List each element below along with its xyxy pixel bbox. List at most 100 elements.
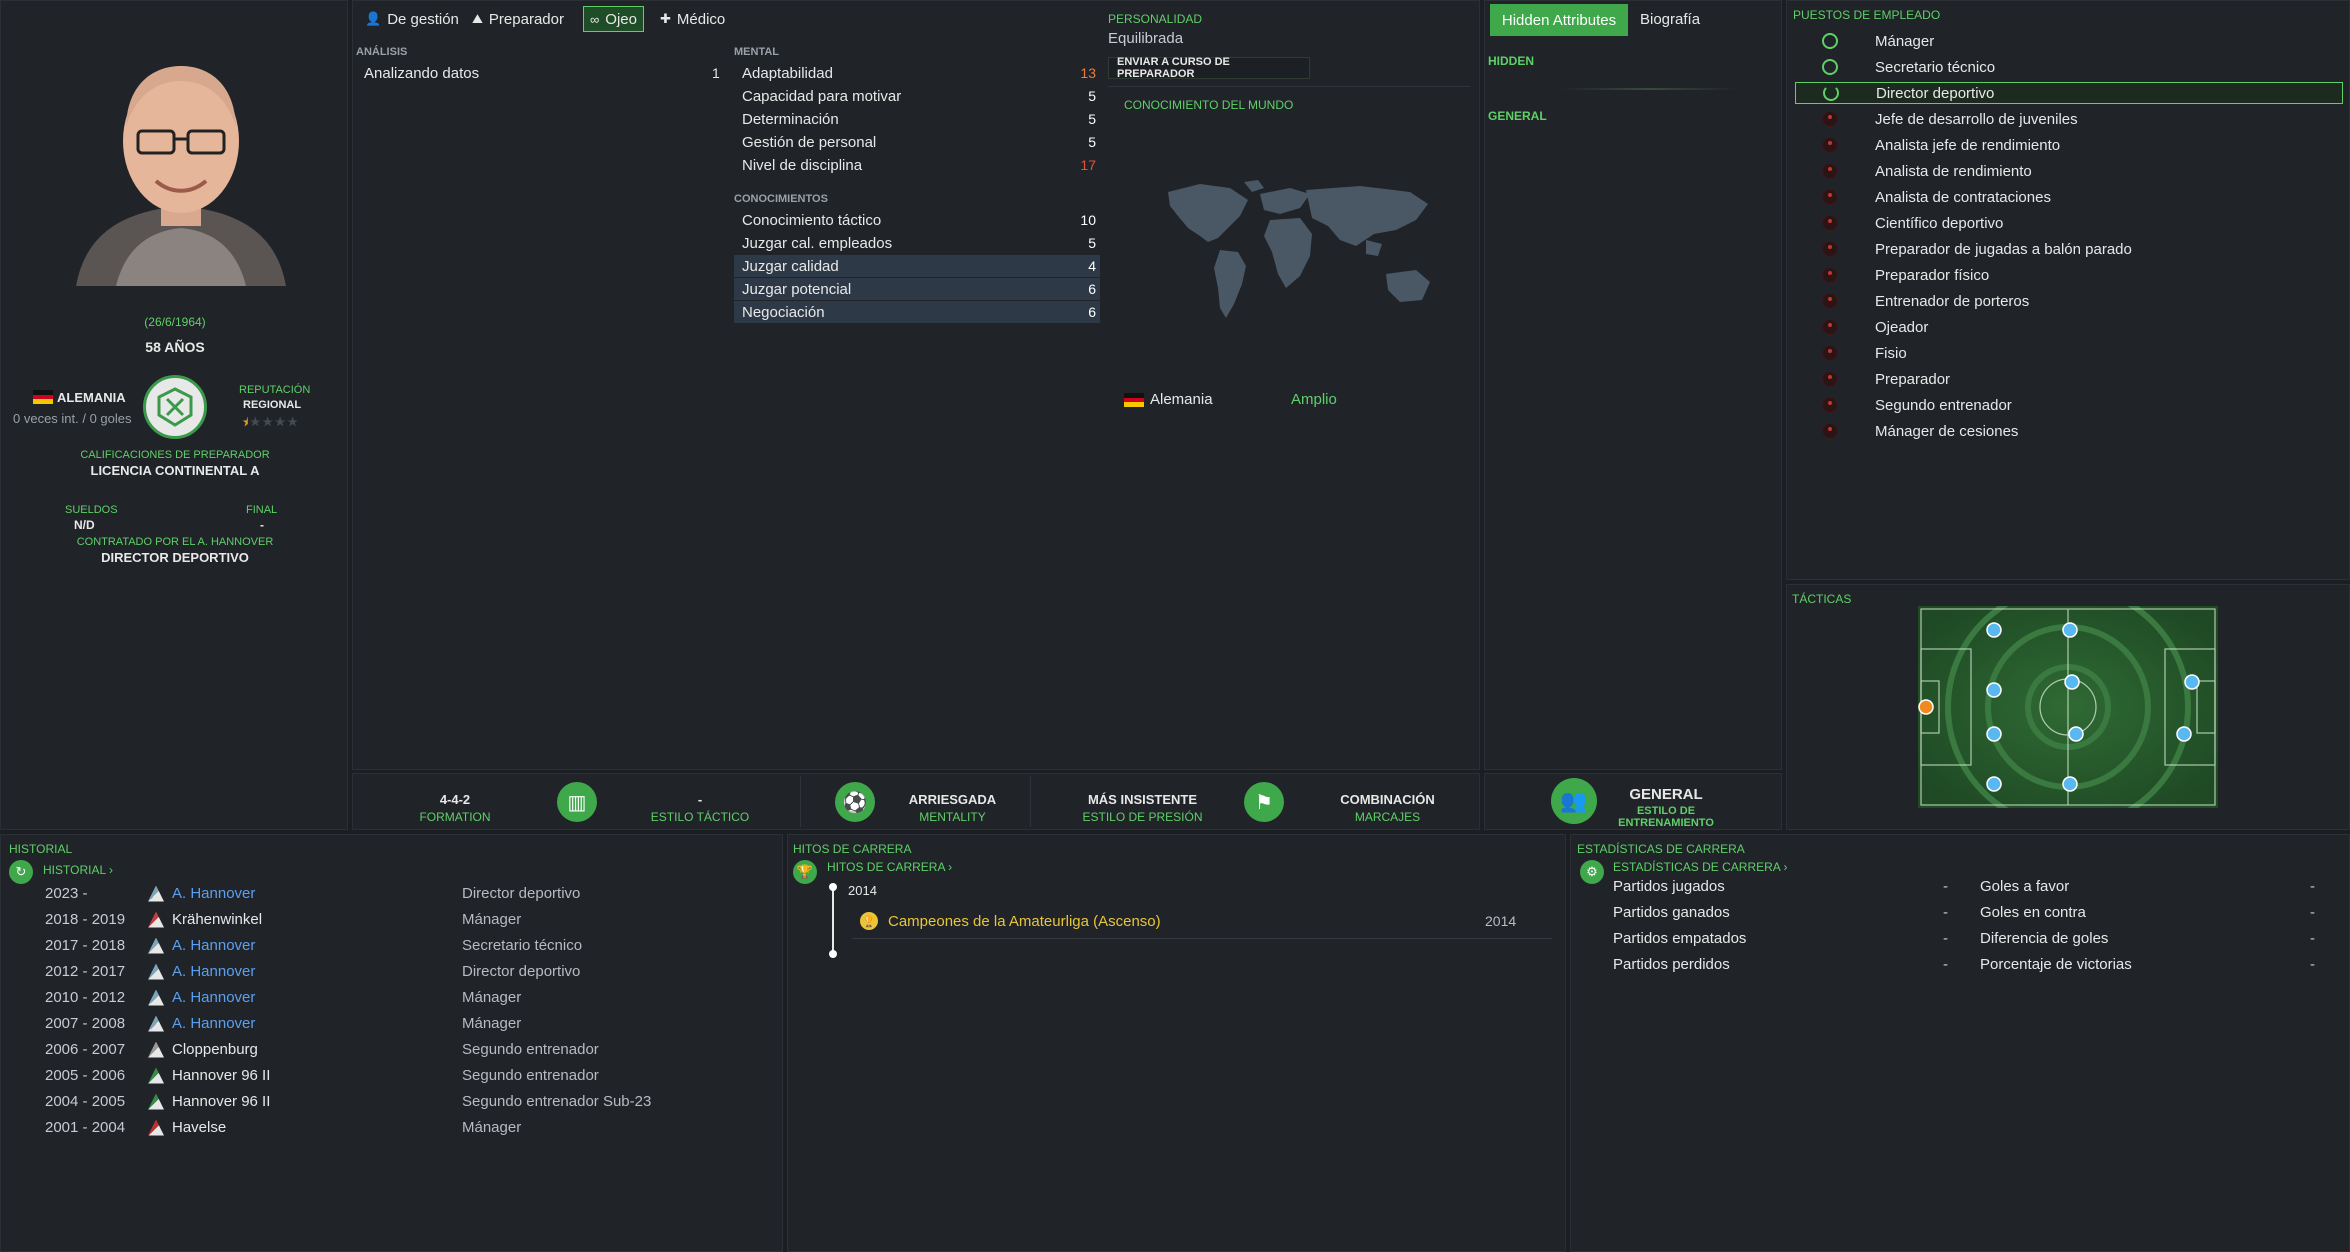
wages-value: N/D [74, 518, 95, 532]
role-item[interactable]: Analista de contrataciones [1795, 186, 2343, 208]
player-marker[interactable] [2062, 622, 2078, 638]
club-name: Krähenwinkel [172, 911, 263, 928]
role-item[interactable]: Preparador [1795, 368, 2343, 390]
history-club[interactable]: A. Hannover [148, 937, 255, 954]
history-club[interactable]: A. Hannover [148, 885, 255, 902]
formation-info[interactable]: 4-4-2 FORMATION [400, 792, 510, 824]
milestones-panel [787, 834, 1566, 1252]
birthdate: (26/6/1964) [144, 315, 206, 329]
stat-value: - [1943, 878, 1948, 895]
profile-panel: (26/6/1964) 58 AÑOS ALEMANIA 0 veces int… [0, 0, 348, 830]
stat-label: Partidos perdidos [1613, 956, 1730, 973]
player-marker[interactable] [2184, 674, 2200, 690]
history-club[interactable]: A. Hannover [148, 963, 255, 980]
history-row: 2006 - 2007 Cloppenburg Segundo entrenador [0, 1041, 780, 1065]
role-item[interactable]: Ojeador [1795, 316, 2343, 338]
role-item[interactable]: Mánager [1795, 30, 2343, 52]
divider [1030, 776, 1031, 827]
player-marker[interactable] [1986, 726, 2002, 742]
attribute-value: 13 [1080, 65, 1096, 81]
divider [800, 776, 801, 827]
history-link[interactable]: HISTORIAL › [43, 863, 113, 877]
role-unavailable-icon [1822, 371, 1838, 387]
role-label: Preparador físico [1875, 266, 1990, 284]
knowledge-attribute-row: Conocimiento táctico 10 [734, 209, 1100, 231]
history-role: Mánager [462, 1119, 522, 1136]
history-role: Director deportivo [462, 885, 581, 902]
knowledge-header: CONOCIMIENTOS [734, 193, 828, 205]
coach-course-button[interactable]: ENVIAR A CURSO DE PREPARADOR [1108, 56, 1310, 80]
training-style-info[interactable]: GENERAL ESTILO DE ENTRENAMIENTO [1600, 786, 1732, 829]
trophy-icon: 🏆 [793, 860, 817, 884]
player-marker[interactable] [2068, 726, 2084, 742]
role-unavailable-icon [1822, 111, 1838, 127]
history-club: Cloppenburg [148, 1041, 258, 1058]
role-available-icon [1822, 33, 1838, 49]
wages-label: SUELDOS [65, 504, 118, 516]
nation-name: ALEMANIA [57, 390, 126, 405]
caps-goals: 0 veces int. / 0 goles [13, 411, 132, 426]
ball-icon: ⚽ [835, 782, 875, 822]
role-item[interactable]: Entrenador de porteros [1795, 290, 2343, 312]
role-item[interactable]: Analista de rendimiento [1795, 160, 2343, 182]
career-stats-link[interactable]: ESTADÍSTICAS DE CARRERA › [1613, 860, 1787, 874]
role-label: Preparador de jugadas a balón parado [1875, 240, 2132, 258]
club-crest-icon [148, 911, 164, 928]
pressing-info[interactable]: MÁS INSISTENTE ESTILO DE PRESIÓN [1075, 792, 1210, 824]
reputation-value: REGIONAL [243, 399, 302, 411]
role-item[interactable]: Científico deportivo [1795, 212, 2343, 234]
tab-gestion[interactable]: 👤 De gestión [359, 6, 465, 32]
role-item[interactable]: Preparador físico [1795, 264, 2343, 286]
career-stat-row: Goles en contra - [1980, 904, 2320, 926]
tab-medico[interactable]: ✚ Médico [654, 6, 731, 32]
tab-biography[interactable]: Biografía [1640, 11, 1700, 28]
milestone-item[interactable]: Campeones de la Amateurliga (Ascenso) [888, 913, 1161, 930]
history-club[interactable]: A. Hannover [148, 1015, 255, 1032]
tactics-pitch[interactable] [1918, 606, 2218, 808]
career-stat-row: Partidos jugados - [1613, 878, 1953, 900]
role-available-icon [1823, 85, 1839, 101]
history-years: 2005 - 2006 [45, 1067, 126, 1084]
training-icon: 👥 [1551, 778, 1597, 824]
milestones-link[interactable]: HITOS DE CARRERA › [827, 860, 952, 874]
mentality-info[interactable]: ARRIESGADA MENTALITY [890, 792, 1015, 824]
attribute-value: 5 [1088, 88, 1096, 104]
tab-preparador[interactable]: ⛰ Preparador [466, 6, 570, 32]
stat-value: - [2310, 956, 2315, 973]
role-item[interactable]: Jefe de desarrollo de juveniles [1795, 108, 2343, 130]
player-marker[interactable] [1986, 682, 2002, 698]
player-marker[interactable] [1918, 699, 1934, 715]
role-item[interactable]: Preparador de jugadas a balón parado [1795, 238, 2343, 260]
role-unavailable-icon [1822, 163, 1838, 179]
history-years: 2023 - [45, 885, 88, 902]
role-item[interactable]: Director deportivo [1795, 82, 2343, 104]
history-role: Mánager [462, 911, 522, 928]
history-club[interactable]: A. Hannover [148, 989, 255, 1006]
player-marker[interactable] [2064, 674, 2080, 690]
role-item[interactable]: Segundo entrenador [1795, 394, 2343, 416]
attribute-label: Juzgar cal. empleados [742, 234, 893, 252]
role-item[interactable]: Fisio [1795, 342, 2343, 364]
role-item[interactable]: Secretario técnico [1795, 56, 2343, 78]
stat-value: - [1943, 956, 1948, 973]
role-unavailable-icon [1822, 189, 1838, 205]
player-marker[interactable] [2062, 776, 2078, 792]
tab-ojeo[interactable]: ∞ Ojeo [583, 6, 644, 32]
history-club: Krähenwinkel [148, 911, 262, 928]
club-crest-icon [148, 1119, 164, 1136]
role-unavailable-icon [1822, 345, 1838, 361]
tab-hidden-attributes[interactable]: Hidden Attributes [1490, 4, 1628, 36]
attribute-label: Conocimiento táctico [742, 211, 882, 229]
role-item[interactable]: Mánager de cesiones [1795, 420, 2343, 442]
history-row: 2017 - 2018 A. Hannover Secretario técnico [0, 937, 780, 961]
marking-info[interactable]: COMBINACIÓN MARCAJES [1325, 792, 1450, 824]
history-years: 2010 - 2012 [45, 989, 126, 1006]
tactical-style-info[interactable]: - ESTILO TÁCTICO [640, 792, 760, 824]
player-marker[interactable] [1986, 622, 2002, 638]
role-item[interactable]: Analista jefe de rendimiento [1795, 134, 2343, 156]
player-marker[interactable] [1986, 776, 2002, 792]
knowledge-attribute-row: Negociación 6 [734, 301, 1100, 323]
player-marker[interactable] [2176, 726, 2192, 742]
role-unavailable-icon [1822, 293, 1838, 309]
divider [1560, 88, 1740, 90]
